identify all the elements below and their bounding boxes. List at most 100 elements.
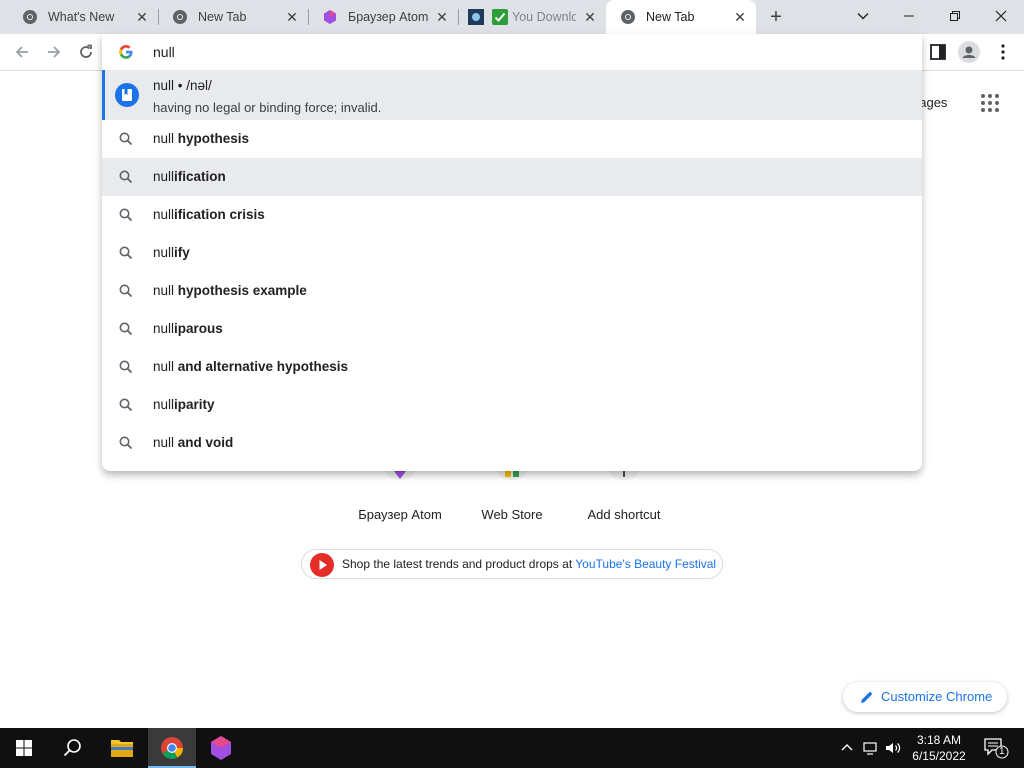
shortcut-label[interactable]: Add shortcut — [564, 507, 684, 522]
chrome-icon — [23, 10, 37, 24]
taskbar-chrome[interactable] — [148, 728, 196, 768]
suggestion-item[interactable]: nullification crisis — [102, 196, 922, 234]
atom-icon — [324, 10, 336, 24]
chrome-icon — [621, 10, 635, 24]
tab-close-button[interactable]: ✕ — [134, 9, 150, 25]
tab-whats-new[interactable]: What's New ✕ — [8, 0, 159, 34]
customize-chrome-button[interactable]: Customize Chrome — [843, 682, 1007, 712]
search-icon — [119, 322, 133, 336]
minimize-button[interactable] — [886, 4, 932, 28]
close-icon — [995, 10, 1007, 22]
reload-button[interactable] — [74, 40, 98, 64]
promo-banner[interactable]: Shop the latest trends and product drops… — [301, 549, 723, 579]
avatar-icon — [958, 41, 980, 63]
windows-taskbar: 3:18 AM 6/15/2022 1 — [0, 728, 1024, 768]
reload-icon — [80, 44, 92, 58]
suggestion-item[interactable]: null and alternative hypothesis — [102, 348, 922, 386]
customize-label: Customize Chrome — [881, 689, 993, 704]
suggestion-item[interactable]: null hypothesis — [102, 120, 922, 158]
new-tab-button[interactable]: + — [764, 6, 788, 30]
profile-button[interactable] — [958, 41, 980, 63]
shortcut-label[interactable]: Web Store — [452, 507, 572, 522]
tab-close-button[interactable]: ✕ — [732, 9, 748, 25]
tab-you-download[interactable]: You Downlo ✕ — [458, 0, 606, 34]
tab-title: New Tab — [198, 10, 247, 24]
omnibox-dropdown: null null • /nəl/ having no legal or bin… — [102, 34, 922, 471]
definition-meaning: having no legal or binding force; invali… — [153, 100, 382, 115]
omnibox[interactable]: null — [102, 34, 922, 70]
start-button[interactable] — [0, 728, 48, 768]
search-icon — [119, 208, 133, 222]
definition-headline: null • /nəl/ — [153, 78, 212, 93]
search-icon — [119, 360, 133, 374]
tab-new-tab-active[interactable]: New Tab ✕ — [606, 0, 756, 34]
restore-button[interactable] — [932, 4, 978, 28]
tab-close-button[interactable]: ✕ — [284, 9, 300, 25]
taskbar-search-button[interactable] — [48, 728, 96, 768]
minimize-icon — [904, 15, 914, 17]
chevron-up-icon[interactable] — [838, 739, 856, 757]
taskbar-atom[interactable] — [197, 728, 245, 768]
notifications-button[interactable]: 1 — [984, 737, 1010, 759]
shortcut-label[interactable]: Браузер Atom — [340, 507, 460, 522]
atom-icon — [211, 736, 231, 760]
taskbar-file-explorer[interactable] — [98, 728, 146, 768]
site-icon — [468, 9, 484, 25]
tab-new-tab-1[interactable]: New Tab ✕ — [158, 0, 309, 34]
suggestion-text: null and void — [153, 435, 234, 450]
clock-time: 3:18 AM — [916, 733, 962, 747]
forward-button[interactable] — [42, 40, 66, 64]
suggestion-text: nullification crisis — [153, 207, 265, 222]
pencil-icon — [861, 691, 873, 703]
promo-link[interactable]: YouTube's Beauty Festival — [575, 557, 716, 571]
tab-close-button[interactable]: ✕ — [434, 9, 450, 25]
side-panel-button[interactable] — [927, 41, 949, 63]
suggestion-item[interactable]: null hypothesis example — [102, 272, 922, 310]
close-window-button[interactable] — [978, 4, 1024, 28]
clock-date: 6/15/2022 — [912, 749, 966, 763]
apps-grid-icon[interactable] — [980, 93, 1000, 113]
windows-logo-icon — [16, 740, 32, 756]
search-icon — [119, 170, 133, 184]
suggestion-definition[interactable]: null • /nəl/ having no legal or binding … — [102, 70, 922, 120]
suggestion-item[interactable]: nullify — [102, 234, 922, 272]
omnibox-input[interactable]: null — [153, 44, 175, 60]
suggestion-text: nullify — [153, 245, 190, 260]
tab-close-button[interactable]: ✕ — [582, 9, 598, 25]
search-icon — [63, 739, 81, 757]
volume-icon[interactable] — [884, 739, 902, 757]
tab-search-button[interactable] — [840, 4, 886, 28]
back-button[interactable] — [10, 40, 34, 64]
tab-title: What's New — [48, 10, 115, 24]
tab-title: New Tab — [646, 10, 695, 24]
promo-text: Shop the latest trends and product drops… — [342, 557, 717, 571]
download-check-icon — [492, 9, 508, 25]
suggestion-text: null hypothesis example — [153, 283, 307, 298]
search-icon — [119, 398, 133, 412]
search-icon — [119, 436, 133, 450]
tab-atom[interactable]: Браузер Atom ✕ — [308, 0, 459, 34]
arrow-left-icon — [15, 46, 28, 58]
restore-icon — [950, 11, 960, 21]
more-vert-icon — [1001, 44, 1005, 60]
network-icon[interactable] — [862, 739, 880, 757]
tab-title: Браузер Atom — [348, 10, 429, 24]
suggestion-text: null and alternative hypothesis — [153, 359, 349, 374]
suggestion-item[interactable]: nulliparous — [102, 310, 922, 348]
suggestion-text: null hypothesis — [153, 131, 250, 146]
search-icon — [119, 284, 133, 298]
google-g-icon — [119, 45, 133, 59]
menu-button[interactable] — [992, 41, 1014, 63]
notification-icon — [984, 738, 1009, 759]
suggestion-item[interactable]: nullification — [102, 158, 922, 196]
folder-icon — [111, 740, 133, 757]
system-clock[interactable]: 3:18 AM 6/15/2022 — [906, 732, 972, 764]
suggestion-item[interactable]: nulliparity — [102, 386, 922, 424]
arrow-right-icon — [48, 46, 61, 58]
tab-strip: What's New ✕ New Tab ✕ Браузер Atom ✕ Yo… — [0, 0, 1024, 34]
dictionary-icon — [115, 83, 139, 107]
search-icon — [119, 246, 133, 260]
chrome-icon — [173, 10, 187, 24]
suggestion-item[interactable]: null and void — [102, 424, 922, 462]
suggestion-text: nulliparity — [153, 397, 215, 412]
